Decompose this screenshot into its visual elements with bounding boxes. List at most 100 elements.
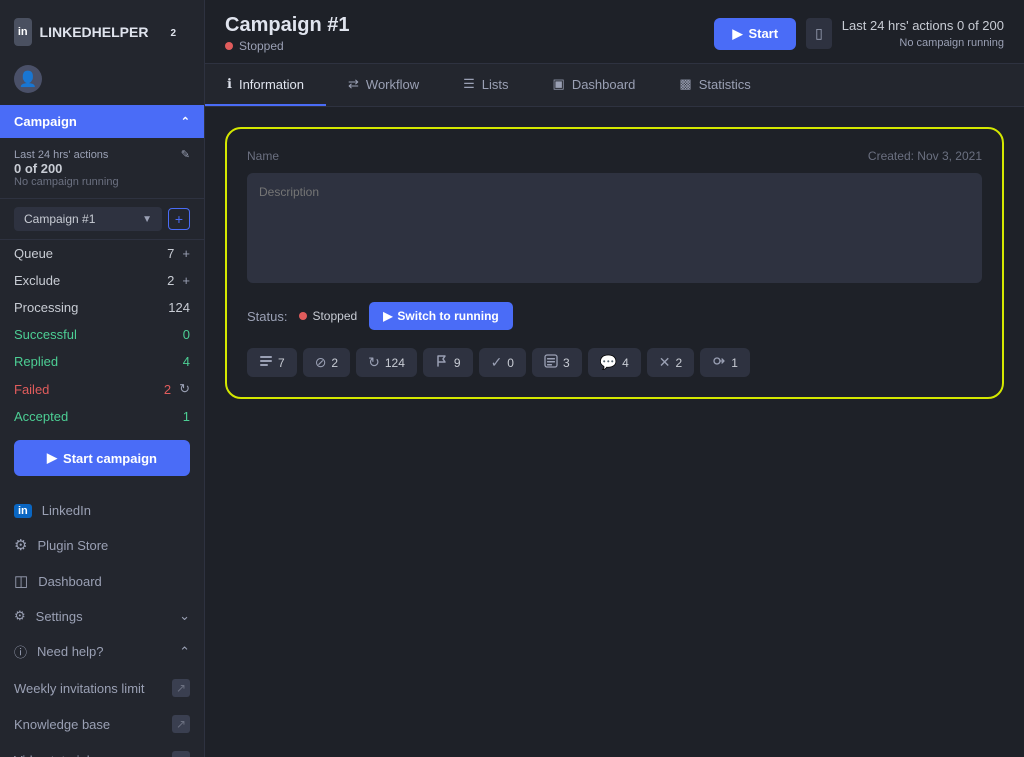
start-btn-label: Start: [748, 26, 778, 41]
processing-chip-value: 124: [385, 356, 405, 370]
stat-chip-exclude[interactable]: ⊘ 2: [303, 348, 350, 377]
sidebar-item-dashboard[interactable]: ◫ Dashboard: [0, 563, 204, 599]
tab-statistics[interactable]: ▩ Statistics: [657, 64, 772, 106]
settings-chevron-down-icon: ⌄: [179, 608, 190, 624]
replied-label: Replied: [14, 354, 58, 369]
actions-title: Last 24 hrs' actions 0 of 200: [842, 16, 1004, 36]
campaign-status-label: Stopped: [239, 39, 284, 53]
sidebar-item-plugin-store[interactable]: ⚙ Plugin Store: [0, 527, 204, 563]
x-chip-value: 2: [676, 356, 683, 370]
puzzle-icon: ⚙: [14, 536, 27, 554]
created-label: Created: Nov 3, 2021: [868, 149, 982, 163]
dashboard-label: Dashboard: [38, 574, 102, 589]
settings-label: Settings: [36, 609, 83, 624]
sidebar-accepted-row: Accepted 1: [0, 403, 204, 430]
flag-chip-value: 9: [454, 356, 461, 370]
weekly-invitations-label: Weekly invitations limit: [14, 681, 145, 696]
switch-to-running-button[interactable]: ▶ Switch to running: [369, 302, 513, 330]
actions-info: Last 24 hrs' actions 0 of 200 No campaig…: [842, 16, 1004, 52]
sidebar-campaign-section[interactable]: Campaign ⌃: [0, 105, 204, 138]
queue-label: Queue: [14, 246, 53, 261]
start-campaign-label: Start campaign: [63, 451, 157, 466]
sidebar-stats-area: Last 24 hrs' actions ✎ 0 of 200 No campa…: [0, 138, 204, 199]
stat-chip-arrow[interactable]: 1: [700, 348, 750, 377]
status-label: Status:: [247, 309, 287, 324]
processing-chip-icon: ↻: [368, 354, 380, 371]
start-button[interactable]: ▶ Start: [714, 18, 796, 50]
status-badge-stopped: Stopped: [299, 309, 357, 323]
description-textarea[interactable]: [247, 173, 982, 283]
x-chip-icon: ✕: [659, 354, 671, 371]
campaign-status-area: Stopped: [225, 39, 349, 53]
exclude-add-icon[interactable]: +: [182, 273, 190, 288]
check-chip-value: 0: [507, 356, 514, 370]
grid-icon: ◫: [14, 572, 28, 590]
copy-button[interactable]: ▯: [806, 18, 832, 49]
dashboard-tab-icon: ▣: [553, 76, 565, 92]
sidebar-replied-row: Replied 4: [0, 348, 204, 375]
avatar[interactable]: 👤: [14, 65, 42, 93]
knowledge-base-label: Knowledge base: [14, 717, 110, 732]
content-area: Name Created: Nov 3, 2021 Status: Stoppe…: [205, 107, 1024, 757]
list-chip-value: 3: [563, 356, 570, 370]
linkedin-icon: in: [14, 504, 32, 518]
start-campaign-button[interactable]: ▶ Start campaign: [14, 440, 190, 476]
settings-icon: ⚙: [14, 608, 26, 624]
stat-chip-list[interactable]: 3: [532, 348, 582, 377]
stat-chip-queue[interactable]: 7: [247, 348, 297, 377]
stat-chip-processing[interactable]: ↻ 124: [356, 348, 417, 377]
stats-title-label: Last 24 hrs' actions: [14, 149, 108, 161]
exclude-chip-icon: ⊘: [315, 354, 327, 371]
user-avatar-area: 👤: [0, 59, 204, 105]
stat-chip-flag[interactable]: 9: [423, 348, 473, 377]
add-campaign-button[interactable]: +: [168, 208, 190, 230]
sidebar: in LINKEDHELPER2 👤 Campaign ⌃ Last 24 hr…: [0, 0, 205, 757]
exclude-chip-value: 2: [331, 356, 338, 370]
replied-value: 4: [183, 354, 190, 369]
tab-dashboard-label: Dashboard: [572, 77, 636, 92]
sidebar-item-knowledge-base[interactable]: Knowledge base ↗: [0, 706, 204, 742]
sidebar-item-linkedin[interactable]: in LinkedIn: [0, 494, 204, 527]
status-dot-red: [225, 42, 233, 50]
tab-information[interactable]: ℹ Information: [205, 64, 326, 106]
stat-chip-check[interactable]: ✓ 0: [479, 348, 526, 377]
campaign-dropdown-label: Campaign #1: [24, 212, 95, 226]
arrow-chip-value: 1: [731, 356, 738, 370]
flag-chip-icon: [435, 354, 449, 371]
stat-chip-x[interactable]: ✕ 2: [647, 348, 694, 377]
linkedin-label: LinkedIn: [42, 503, 91, 518]
workflow-icon: ⇄: [348, 76, 359, 92]
sidebar-item-need-help[interactable]: ⓘ Need help? ⌃: [0, 633, 204, 670]
refresh-icon[interactable]: ↻: [179, 381, 190, 397]
tabs-bar: ℹ Information ⇄ Workflow ☰ Lists ▣ Dashb…: [205, 64, 1024, 107]
info-icon: ℹ: [227, 76, 232, 92]
stat-chip-bubble[interactable]: 💬 4: [588, 348, 641, 377]
main-header: Campaign #1 Stopped ▶ Start ▯ Last 24 hr…: [205, 0, 1024, 64]
exclude-value: 2: [167, 273, 174, 288]
stats-sub: No campaign running: [14, 176, 190, 188]
actions-sub: No campaign running: [842, 35, 1004, 52]
bubble-chip-icon: 💬: [600, 354, 617, 371]
processing-label: Processing: [14, 300, 78, 315]
sidebar-item-video-tutorials[interactable]: Video tutorials ↗: [0, 742, 204, 757]
campaign-dropdown[interactable]: Campaign #1 ▼: [14, 207, 162, 231]
bubble-chip-value: 4: [622, 356, 629, 370]
sidebar-item-weekly-invitations[interactable]: Weekly invitations limit ↗: [0, 670, 204, 706]
arrow-chip-icon: [712, 354, 726, 371]
edit-icon[interactable]: ✎: [181, 148, 190, 161]
external-link-icon: ↗: [172, 679, 190, 697]
sidebar-failed-row: Failed 2 ↻: [0, 375, 204, 403]
play-icon: ▶: [47, 450, 57, 466]
tab-lists[interactable]: ☰ Lists: [441, 64, 530, 106]
info-card-header: Name Created: Nov 3, 2021: [247, 149, 982, 163]
failed-label: Failed: [14, 382, 49, 397]
sidebar-item-settings[interactable]: ⚙ Settings ⌄: [0, 599, 204, 633]
sidebar-queue-row: Queue 7 +: [0, 240, 204, 267]
chevron-down-icon: ▼: [142, 214, 152, 225]
tab-workflow[interactable]: ⇄ Workflow: [326, 64, 441, 106]
successful-label: Successful: [14, 327, 77, 342]
queue-add-icon[interactable]: +: [182, 246, 190, 261]
status-value: Stopped: [312, 309, 357, 323]
tab-lists-label: Lists: [482, 77, 509, 92]
tab-dashboard[interactable]: ▣ Dashboard: [531, 64, 658, 106]
